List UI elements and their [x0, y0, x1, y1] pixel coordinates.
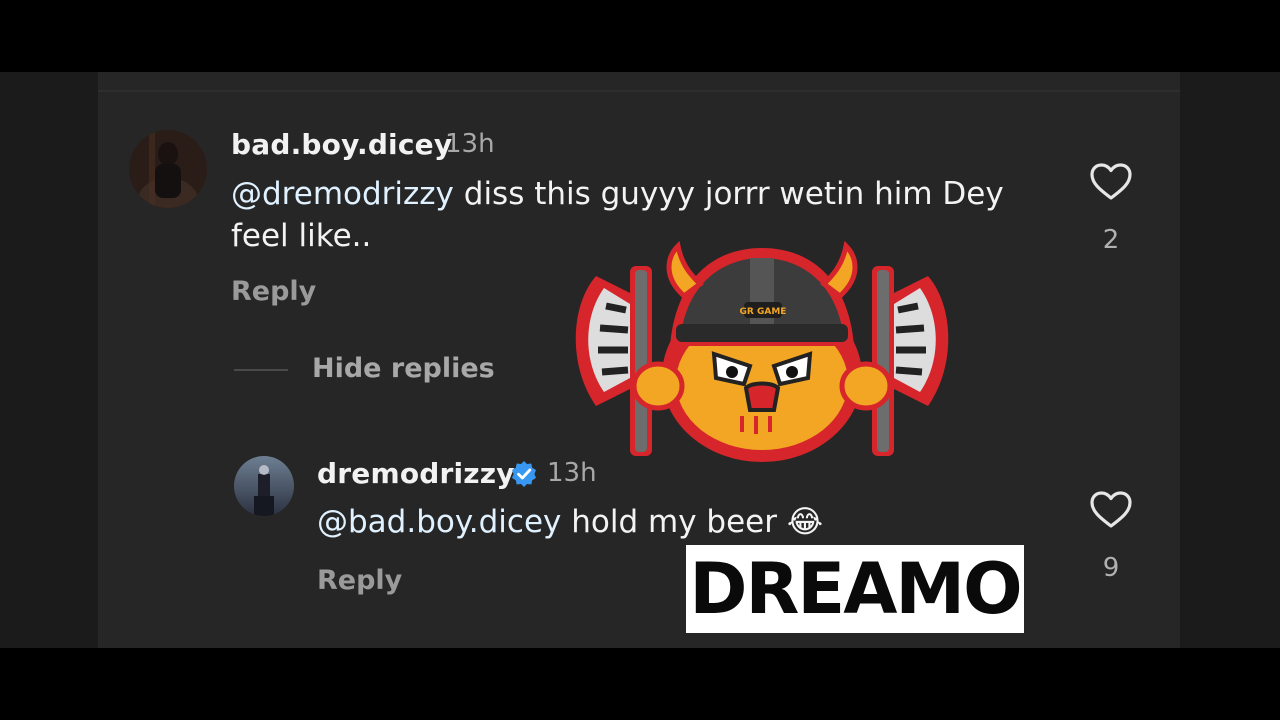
divider [98, 90, 1180, 92]
comment-body-line1: diss this guyyy jorrr wetin him Dey [453, 176, 1004, 212]
right-axe-icon [872, 266, 949, 456]
comment-timestamp: 13h [445, 129, 495, 159]
mascot-helmet-text: GR GAME [740, 307, 787, 317]
comment-body-line2: feel like.. [231, 218, 372, 254]
reply-button-2[interactable]: Reply [317, 565, 402, 596]
hide-replies-button[interactable]: Hide replies [312, 353, 495, 384]
brand-overlay: DREAMO [686, 545, 1024, 633]
like-count: 2 [1102, 225, 1120, 255]
reply-username[interactable]: dremodrizzy [317, 457, 515, 490]
video-frame: bad.boy.dicey 13h @dremodrizzy diss this… [0, 72, 1280, 648]
comment-username[interactable]: bad.boy.dicey [231, 128, 452, 161]
laughing-emoji-icon: 😂 [786, 504, 824, 540]
left-axe-icon [575, 266, 652, 456]
verified-badge-icon [512, 461, 536, 487]
comment-mention[interactable]: @dremodrizzy [231, 176, 454, 212]
reply-mention[interactable]: @bad.boy.dicey [317, 504, 561, 540]
brand-text: DREAMO [689, 548, 1022, 630]
reply-body: hold my beer [561, 504, 787, 540]
like-heart-icon-2[interactable] [1089, 490, 1133, 530]
like-heart-icon[interactable] [1089, 162, 1133, 202]
reply-text: @bad.boy.dicey hold my beer 😂 [317, 501, 917, 543]
avatar-dremodrizzy[interactable] [234, 456, 294, 516]
replies-divider [234, 369, 288, 371]
avatar-bad-boy-dicey[interactable] [129, 130, 207, 208]
reply-button[interactable]: Reply [231, 276, 316, 307]
viking-mascot-logo: GR GAME [575, 240, 949, 462]
like-count-2: 9 [1102, 553, 1120, 583]
